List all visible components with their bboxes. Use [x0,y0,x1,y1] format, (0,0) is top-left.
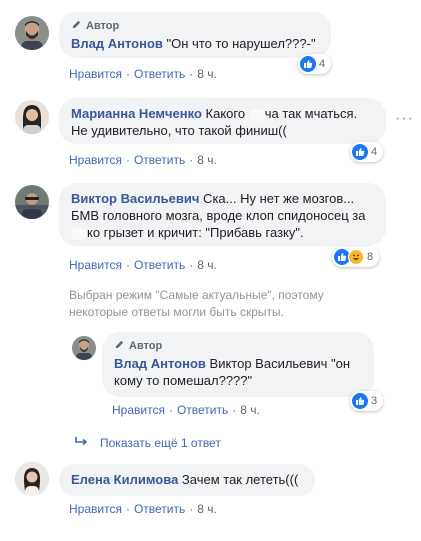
reply-button[interactable]: Ответить [177,403,228,417]
reply-button[interactable]: Ответить [134,67,185,81]
pencil-icon [71,19,82,34]
separator: · [125,67,130,81]
haha-reaction-icon [348,249,364,265]
comment-text: БМВ головного мозга, вроде клоп спидонос… [71,208,366,223]
separator: · [189,153,194,167]
separator: · [125,258,130,272]
reply-button[interactable]: Ответить [134,258,185,272]
separator: · [125,502,130,516]
comment-author-name[interactable]: Влад Антонов [71,36,163,51]
separator: · [168,403,173,417]
more-options-icon[interactable]: ··· [395,110,414,128]
comment-text: кому то помешал????" [114,373,253,388]
show-more-label: Показать ещё 1 ответ [100,436,221,450]
comment-author-name[interactable]: Влад Антонов [114,356,206,371]
avatar[interactable] [15,462,49,496]
separator: · [189,67,194,81]
comment-bubble: Марианна Немченко Какого ча так мчаться.… [59,98,386,144]
comment-author-name[interactable]: Елена Килимова [71,472,178,487]
comment-author-name[interactable]: Марианна Немченко [71,106,202,121]
like-reaction-icon [300,56,316,72]
comment-bubble: Елена Килимова Зачем так лететь((( [59,464,315,496]
reaction-count[interactable]: 4 [298,54,332,74]
separator: · [125,153,130,167]
like-button[interactable]: Нравится [112,403,165,417]
comment-bubble: Виктор Васильевич Ска... Ну нет же мозго… [59,183,386,246]
separator: · [232,403,237,417]
like-button[interactable]: Нравится [69,502,122,516]
censored-word [71,227,87,240]
comment-text: ко грызет и кричит: "Прибавь газку". [87,225,304,240]
avatar[interactable] [15,185,49,219]
comment-actions: Нравится · Ответить · 8 ч. [112,403,260,417]
show-more-replies-button[interactable]: Показать ещё 1 ответ [74,436,221,450]
reply-button[interactable]: Ответить [134,502,185,516]
author-badge-label: Автор [129,340,163,352]
comment-actions: Нравится · Ответить · 8 ч. [69,153,217,167]
reaction-count[interactable]: 8 [332,247,380,267]
timestamp[interactable]: 8 ч. [197,67,217,81]
timestamp[interactable]: 8 ч. [197,258,217,272]
like-button[interactable]: Нравится [69,67,122,81]
timestamp[interactable]: 8 ч. [197,502,217,516]
reaction-count[interactable]: 3 [350,391,384,411]
separator: · [189,502,194,516]
comment-text: "Он что то нарушел???-" [166,36,316,51]
filter-notice: Выбран режим "Самые актуальные", поэтому… [69,287,324,321]
reply-bubble: Автор Влад Антонов Виктор Васильевич "он… [102,332,374,397]
like-button[interactable]: Нравится [69,258,122,272]
avatar[interactable] [15,16,49,50]
comment-actions: Нравится · Ответить · 8 ч. [69,258,217,272]
reaction-number: 3 [371,395,378,407]
author-badge: Автор [71,19,319,34]
reaction-count[interactable]: 4 [350,142,384,162]
author-badge-label: Автор [86,20,120,32]
filter-notice-line: Выбран режим "Самые актуальные", поэтому [69,288,324,302]
like-reaction-icon [352,393,368,409]
author-badge: Автор [114,339,362,354]
like-reaction-icon [352,144,368,160]
comment-text: Зачем так лететь((( [178,472,299,487]
comment-text: Не удивительно, что такой финиш(( [71,123,287,138]
pencil-icon [114,339,125,354]
reply-arrow-icon [74,436,88,450]
comment-bubble: Автор Влад Антонов "Он что то нарушел???… [59,12,331,58]
comment-text: ча так мчаться. [264,106,358,121]
comment-text: Какого [205,106,249,121]
separator: · [189,258,194,272]
timestamp[interactable]: 8 ч. [240,403,260,417]
reaction-number: 4 [319,58,326,70]
comment-text: Ска... Ну нет же мозгов... [199,191,355,206]
filter-notice-line: некоторые ответы могли быть скрыты. [69,305,284,319]
avatar[interactable] [72,336,96,360]
reaction-number: 4 [371,146,378,158]
comment-text: Виктор Васильевич "он [205,356,350,371]
comment-author-name[interactable]: Виктор Васильевич [71,191,199,206]
censored-word [248,108,265,121]
reaction-number: 8 [367,251,374,263]
comment-actions: Нравится · Ответить · 8 ч. [69,67,217,81]
timestamp[interactable]: 8 ч. [197,153,217,167]
avatar[interactable] [15,100,49,134]
like-button[interactable]: Нравится [69,153,122,167]
comment-actions: Нравится · Ответить · 8 ч. [69,502,217,516]
reply-button[interactable]: Ответить [134,153,185,167]
